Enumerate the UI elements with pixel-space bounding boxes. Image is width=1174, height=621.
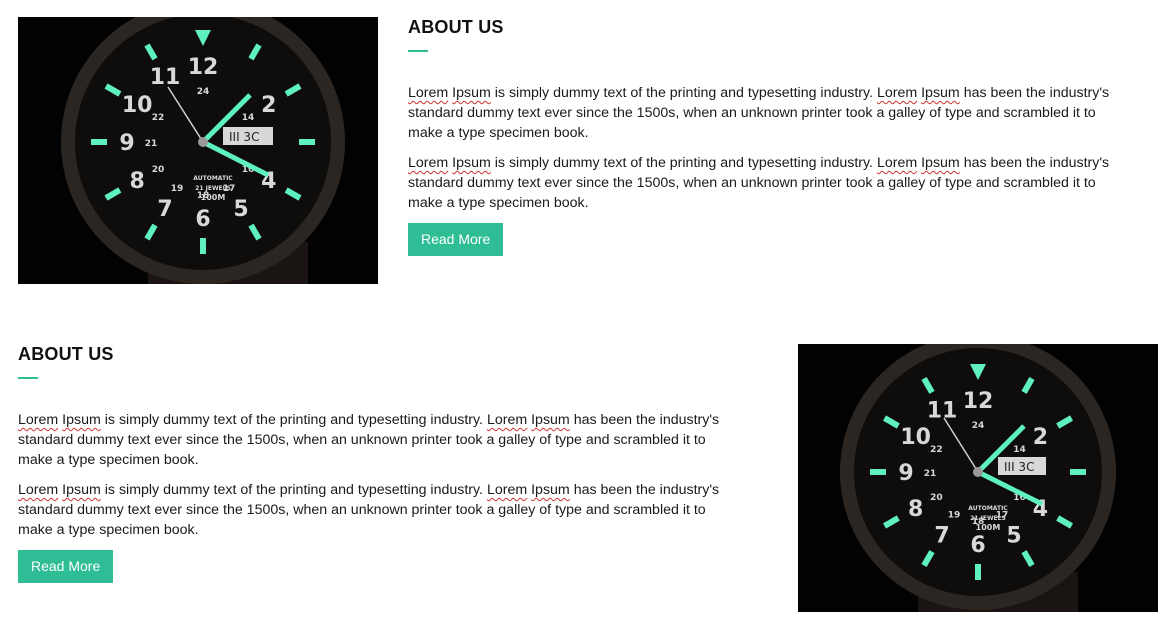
dial-brand-text: 21 JEWELS [970,515,1006,522]
dial-numeral: 11 [150,65,181,90]
dial-numeral: 12 [963,389,994,414]
section-heading: ABOUT US [18,344,114,364]
spellcheck-word: Lorem [18,412,59,428]
dial-numeral: 2 [261,93,276,118]
spellcheck-word: Lorem [486,412,528,428]
inner-numeral: 24 [972,421,985,431]
watch-photo: 12 2 4 5 6 7 8 9 10 11 24 14 16 17 18 19 20 21 22 AUTOMATIC… [18,17,378,284]
about-section-2: ABOUT US Lorem Ipsum is simply dummy tex… [18,343,733,583]
dial-numeral: 6 [195,207,210,232]
about-section-1: ABOUT US Lorem Ipsum is simply dummy tex… [408,16,1123,256]
dial-numeral: 9 [898,461,913,486]
spellcheck-word: Ipsum [531,412,570,428]
read-more-button[interactable]: Read More [408,223,504,256]
heading-underline [408,50,428,52]
watch-illustration: 1224567891011241416171819202122AUTOMATIC… [18,17,378,284]
paragraph: Lorem Ipsum is simply dummy text of the … [408,153,1123,213]
spellcheck-word: Lorem [408,155,449,171]
inner-numeral: 14 [242,113,255,123]
dial-numeral: 5 [233,197,248,222]
dial-numeral: 2 [1033,425,1048,450]
dial-numeral: 6 [970,533,985,558]
inner-numeral: 14 [1013,445,1026,455]
date-window: III 3C [1004,460,1034,474]
spellcheck-word: Ipsum [921,155,960,171]
spellcheck-word: Ipsum [921,85,960,101]
spellcheck-word: Lorem [408,85,449,101]
inner-numeral: 19 [948,511,961,521]
spellcheck-word: Lorem [486,482,528,498]
paragraph-text: is simply dummy text of the printing and… [100,412,487,428]
spellcheck-word: Lorem [876,155,918,171]
dial-numeral: 9 [119,131,134,156]
inner-numeral: 21 [924,469,937,479]
paragraph: Lorem Ipsum is simply dummy text of the … [18,480,733,540]
spellcheck-word: Ipsum [452,85,491,101]
dial-numeral: 8 [908,497,923,522]
paragraph: Lorem Ipsum is simply dummy text of the … [18,410,733,470]
paragraph: Lorem Ipsum is simply dummy text of the … [408,83,1123,143]
dial-brand-text: AUTOMATIC [193,175,233,182]
spellcheck-word: Ipsum [62,482,101,498]
watch-photo: 12 2 4 5 6 7 8 9 10 11 24 14 16 17 18 19 20 21 22 AUTOMATIC… [798,344,1158,612]
dial-brand-text: 100M [201,193,226,202]
inner-numeral: 20 [152,165,165,175]
paragraph-text: is simply dummy text of the printing and… [100,482,487,498]
spellcheck-word: Lorem [876,85,918,101]
inner-numeral: 20 [930,493,943,503]
read-more-button[interactable]: Read More [18,550,114,583]
dial-numeral: 12 [188,55,219,80]
watch-illustration: 1224567891011241416171819202122AUTOMATIC… [798,344,1158,612]
date-window: III 3C [229,130,259,144]
section-heading: ABOUT US [408,17,504,37]
inner-numeral: 21 [145,139,158,149]
inner-numeral: 19 [171,184,184,194]
heading-underline [18,377,38,379]
spellcheck-word: Ipsum [531,482,570,498]
dial-numeral: 10 [900,425,931,450]
dial-numeral: 7 [157,197,172,222]
paragraph-text: is simply dummy text of the printing and… [490,155,877,171]
dial-brand-text: 21 JEWELS [195,185,231,192]
dial-brand-text: 100M [976,523,1001,532]
spellcheck-word: Ipsum [452,155,491,171]
spellcheck-word: Lorem [18,482,59,498]
dial-numeral: 5 [1006,523,1021,548]
dial-brand-text: AUTOMATIC [968,505,1008,512]
dial-numeral: 10 [122,93,153,118]
inner-numeral: 24 [197,87,210,97]
spellcheck-word: Ipsum [62,412,101,428]
dial-numeral: 8 [130,169,145,194]
paragraph-text: is simply dummy text of the printing and… [490,85,877,101]
dial-numeral: 11 [927,399,958,424]
inner-numeral: 22 [930,445,943,455]
dial-numeral: 7 [934,523,949,548]
inner-numeral: 22 [152,113,165,123]
